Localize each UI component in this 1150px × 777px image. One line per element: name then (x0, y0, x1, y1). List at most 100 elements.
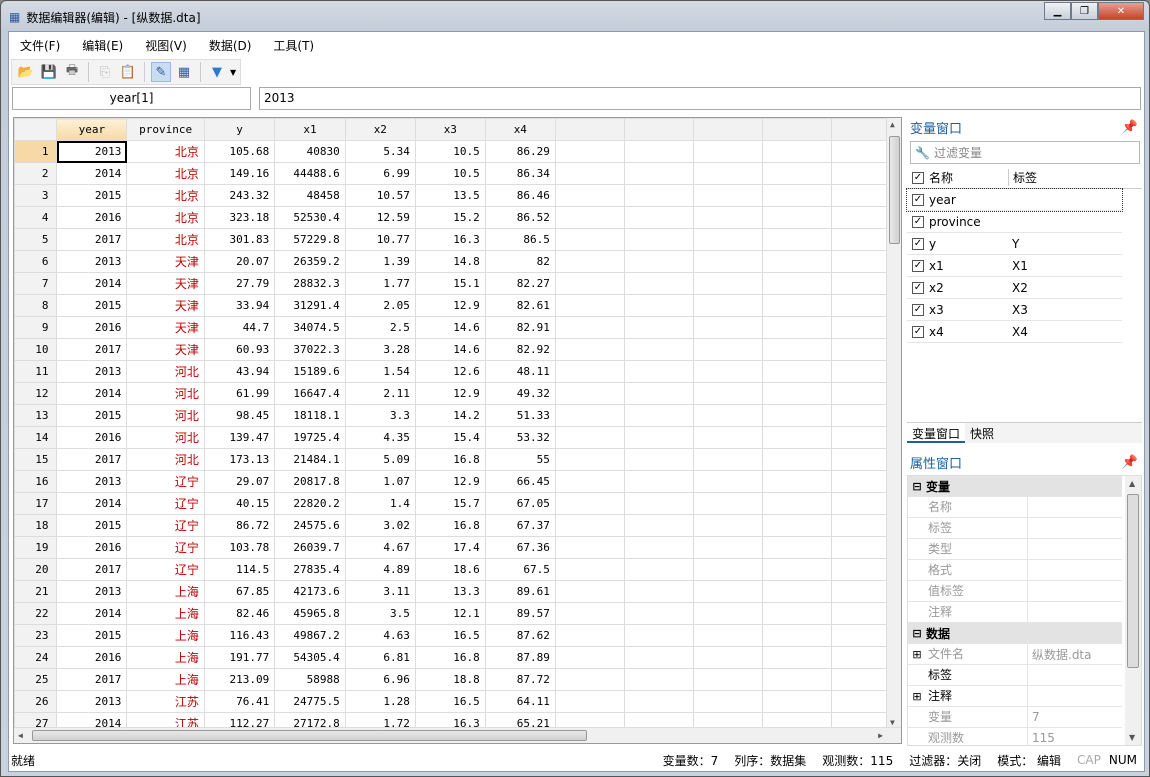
cell-x4[interactable]: 64.11 (484, 690, 556, 713)
cell-x1[interactable]: 27835.4 (274, 558, 346, 581)
row-number[interactable]: 17 (14, 492, 58, 515)
cell-x3[interactable]: 15.7 (414, 492, 486, 515)
row-number[interactable]: 3 (14, 184, 58, 207)
cell-year[interactable]: 2014 (56, 602, 128, 625)
cell-province[interactable]: 上海 (126, 624, 205, 647)
minimize-button[interactable]: ▁ (1044, 2, 1071, 20)
cell-y[interactable]: 323.18 (203, 206, 276, 229)
cell-x2[interactable]: 3.3 (344, 404, 416, 427)
cell-x1[interactable]: 24575.6 (274, 514, 346, 537)
save-icon[interactable]: 💾 (39, 62, 59, 82)
row-number[interactable]: 10 (14, 338, 58, 361)
tab-variables[interactable]: 变量窗口 (907, 423, 966, 443)
cell-x1[interactable]: 20817.8 (274, 470, 346, 493)
cell-x3[interactable]: 14.6 (414, 316, 486, 339)
cell-x2[interactable]: 3.28 (344, 338, 416, 361)
cell-year[interactable]: 2014 (56, 272, 128, 295)
cell-province[interactable]: 河北 (126, 426, 205, 449)
cell-year[interactable]: 2016 (56, 206, 128, 229)
row-number[interactable]: 23 (14, 624, 58, 647)
cell-province[interactable]: 河北 (126, 404, 205, 427)
cell-province[interactable]: 北京 (126, 184, 205, 207)
property-row[interactable]: 名称 (908, 496, 1122, 518)
cell-province[interactable]: 北京 (126, 206, 205, 229)
paste-icon[interactable]: 📋 (118, 62, 138, 82)
variable-checkbox[interactable]: ✓ (912, 259, 924, 272)
cell-x3[interactable]: 13.3 (414, 580, 486, 603)
cell-x2[interactable]: 1.07 (344, 470, 416, 493)
cell-x3[interactable]: 12.6 (414, 360, 486, 383)
cell-year[interactable]: 2014 (56, 382, 128, 405)
column-header-year[interactable]: year (56, 118, 128, 141)
row-number[interactable]: 9 (14, 316, 58, 339)
cell-province[interactable]: 上海 (126, 668, 205, 691)
property-row[interactable]: ⊞ 文件名 纵数据.dta (908, 643, 1122, 665)
cell-year[interactable]: 2013 (56, 360, 128, 383)
row-number[interactable]: 16 (14, 470, 58, 493)
cell-province[interactable]: 天津 (126, 294, 205, 317)
row-number[interactable]: 6 (14, 250, 58, 273)
cell-x2[interactable]: 5.34 (344, 140, 416, 163)
cell-x4[interactable]: 87.89 (484, 646, 556, 669)
pin-icon[interactable]: 📌 (1122, 120, 1138, 135)
cell-y[interactable]: 149.16 (203, 162, 276, 185)
row-number[interactable]: 15 (14, 448, 58, 471)
cell-x4[interactable]: 89.61 (484, 580, 556, 603)
cell-x4[interactable]: 82.27 (484, 272, 556, 295)
expand-icon[interactable]: ⊞ (908, 648, 926, 661)
cell-x3[interactable]: 16.8 (414, 514, 486, 537)
row-number[interactable]: 20 (14, 558, 58, 581)
cell-province[interactable]: 北京 (126, 162, 205, 185)
cell-year[interactable]: 2015 (56, 184, 128, 207)
variable-row[interactable]: ✓ year (906, 188, 1123, 212)
cell-y[interactable]: 40.15 (203, 492, 276, 515)
cell-x2[interactable]: 3.11 (344, 580, 416, 603)
cell-y[interactable]: 114.5 (203, 558, 276, 581)
row-number[interactable]: 18 (14, 514, 58, 537)
cell-y[interactable]: 139.47 (203, 426, 276, 449)
cell-province[interactable]: 辽宁 (126, 558, 205, 581)
scroll-down-icon[interactable]: ▼ (890, 718, 895, 727)
cell-x3[interactable]: 18.6 (414, 558, 486, 581)
cell-x3[interactable]: 16.8 (414, 448, 486, 471)
cell-province[interactable]: 天津 (126, 272, 205, 295)
cell-x4[interactable]: 87.72 (484, 668, 556, 691)
cell-x2[interactable]: 1.54 (344, 360, 416, 383)
cell-x2[interactable]: 1.77 (344, 272, 416, 295)
cell-x2[interactable]: 6.96 (344, 668, 416, 691)
cell-x1[interactable]: 49867.2 (274, 624, 346, 647)
cell-y[interactable]: 61.99 (203, 382, 276, 405)
chevron-down-icon[interactable]: ▼ (230, 68, 236, 77)
cell-year[interactable]: 2014 (56, 162, 128, 185)
cell-x4[interactable]: 82.92 (484, 338, 556, 361)
scroll-right-icon[interactable]: ▶ (878, 731, 883, 740)
vertical-scroll-thumb[interactable] (889, 136, 900, 244)
row-number[interactable]: 14 (14, 426, 58, 449)
cell-province[interactable]: 北京 (126, 140, 205, 163)
property-category[interactable]: ⊟ 变量 (908, 476, 1122, 497)
cell-x4[interactable]: 66.45 (484, 470, 556, 493)
cell-x2[interactable]: 4.35 (344, 426, 416, 449)
column-header-name[interactable]: 名称 (929, 169, 1008, 186)
cell-x1[interactable]: 45965.8 (274, 602, 346, 625)
collapse-icon[interactable]: ⊟ (908, 480, 926, 493)
scroll-down-icon[interactable]: ▼ (1129, 733, 1135, 742)
cell-x2[interactable]: 1.4 (344, 492, 416, 515)
variable-checkbox[interactable]: ✓ (912, 325, 924, 338)
cell-x1[interactable]: 28832.3 (274, 272, 346, 295)
cell-x4[interactable]: 55 (484, 448, 556, 471)
cell-x2[interactable]: 2.05 (344, 294, 416, 317)
property-scroll-thumb[interactable] (1127, 494, 1139, 668)
cell-province[interactable]: 辽宁 (126, 514, 205, 537)
cell-y[interactable]: 44.7 (203, 316, 276, 339)
cell-x3[interactable]: 16.5 (414, 690, 486, 713)
cell-x3[interactable]: 17.4 (414, 536, 486, 559)
column-header-x1[interactable]: x1 (274, 118, 346, 141)
property-row[interactable]: 变量 7 (908, 706, 1122, 728)
cell-x3[interactable]: 13.5 (414, 184, 486, 207)
cell-x1[interactable]: 58988 (274, 668, 346, 691)
cell-x2[interactable]: 10.77 (344, 228, 416, 251)
cell-x3[interactable]: 12.1 (414, 602, 486, 625)
column-header-x2[interactable]: x2 (344, 118, 416, 141)
property-row[interactable]: 值标签 (908, 580, 1122, 602)
